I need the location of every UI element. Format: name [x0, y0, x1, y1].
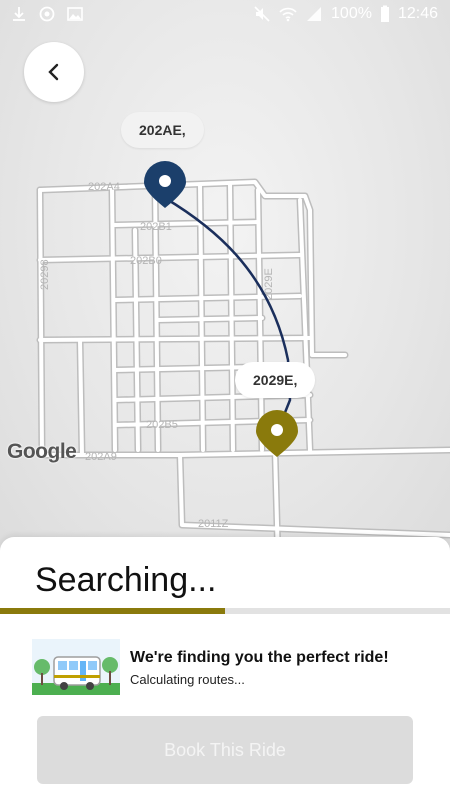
image-icon — [67, 7, 83, 21]
search-progress-fill — [0, 608, 225, 614]
searching-info-row: We're finding you the perfect ride! Calc… — [32, 639, 432, 695]
google-attribution: Google — [7, 440, 77, 463]
signal-icon — [307, 7, 322, 21]
street-label: 202A9 — [85, 451, 117, 463]
searching-title: Searching... — [35, 561, 217, 599]
bus-illustration-icon — [32, 639, 120, 695]
searching-subtext: Calculating routes... — [130, 672, 245, 687]
searching-heading: We're finding you the perfect ride! — [130, 649, 389, 666]
street-label: 202B1 — [140, 221, 172, 233]
clock: 12:46 — [397, 5, 438, 22]
back-arrow-icon — [48, 63, 59, 81]
battery-percent: 100% — [331, 5, 372, 22]
destination-label-bubble: 2029E, — [235, 362, 316, 398]
search-progress-bar — [0, 608, 450, 614]
sync-icon — [39, 6, 55, 22]
origin-pin-icon[interactable] — [144, 161, 186, 208]
street-label: 20298 — [39, 259, 51, 290]
download-icon — [13, 7, 25, 21]
mute-icon — [254, 6, 270, 22]
wifi-icon — [279, 7, 297, 22]
origin-label-bubble: 202AE, — [121, 112, 204, 148]
street-label: 202B5 — [146, 419, 178, 431]
ride-search-sheet: Searching... We're finding you the perfe… — [0, 537, 450, 800]
book-this-ride-button[interactable]: Book This Ride — [37, 716, 413, 784]
status-bar: 100% 12:46 — [0, 0, 450, 30]
battery-icon — [380, 5, 389, 22]
street-label: 202A4 — [88, 181, 120, 193]
back-button[interactable] — [24, 42, 84, 102]
street-label: 2011Z — [198, 518, 229, 530]
street-label: 202B0 — [130, 255, 162, 267]
